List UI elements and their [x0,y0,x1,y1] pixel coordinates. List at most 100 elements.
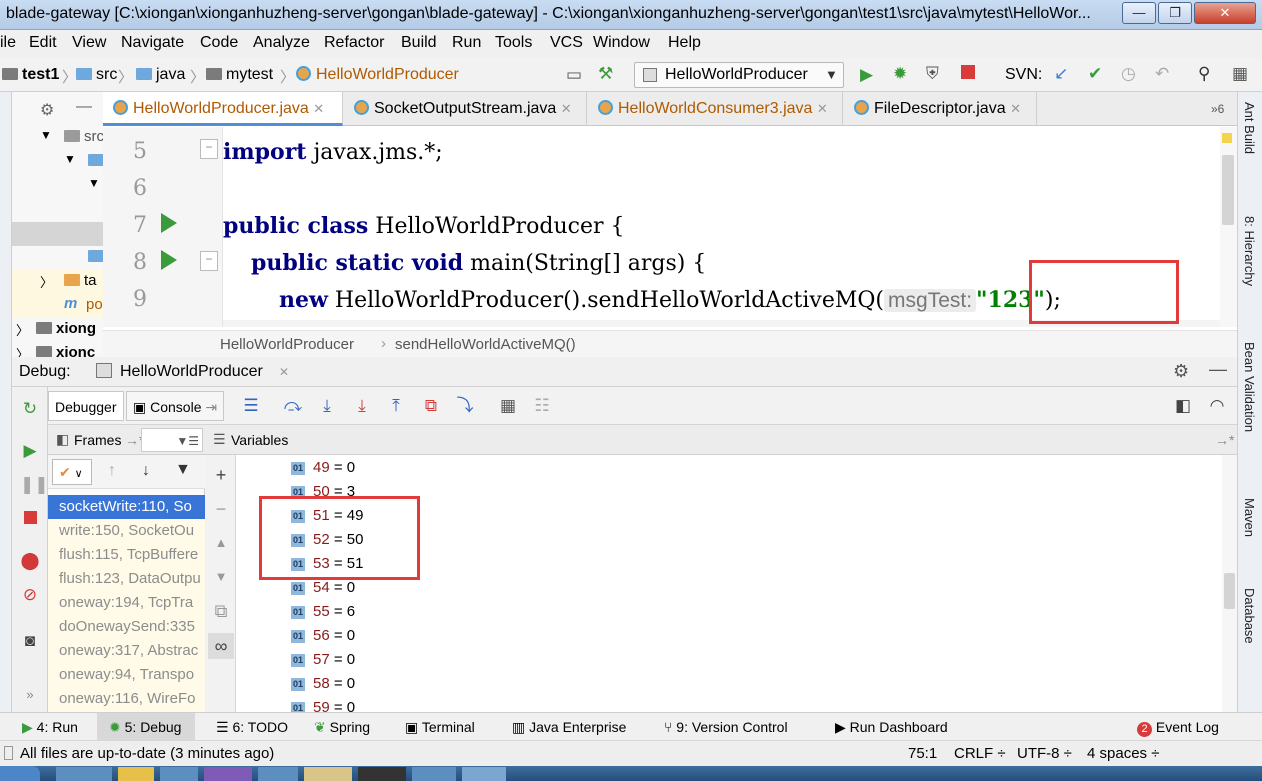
tool-run[interactable]: ▶ 4: Run [22,719,78,736]
scroll-thumb[interactable] [1224,573,1235,609]
crumb-mytest[interactable]: mytest [206,66,273,84]
gear-icon[interactable]: ⚙ [1173,361,1189,382]
coverage-icon[interactable]: ⛨ [926,65,939,83]
svn-update-icon[interactable]: ↙ [1054,65,1068,83]
variables-list[interactable]: 01 49 = 0 01 50 = 3 01 51 = 49 01 52 = 50 01 53 =… [236,455,1222,712]
taskbar-app[interactable] [412,767,456,781]
maximize-button[interactable]: ❐ [1158,2,1192,24]
step-over-icon[interactable]: ⤼ [282,395,304,417]
filter-icon[interactable]: ▼ [175,461,191,479]
taskbar-app[interactable] [118,767,154,781]
variables-scrollbar[interactable] [1222,455,1237,712]
stop-icon[interactable] [961,65,975,83]
tab-console[interactable]: ▣ Console ⇥ [126,391,225,421]
tree-item-selected[interactable] [12,222,103,246]
close-tab-icon[interactable]: ✕ [817,101,828,116]
frame-item[interactable]: flush:115, TcpBuffere [48,543,205,567]
up-arrow-icon[interactable]: ↑ [108,462,116,480]
menu-build[interactable]: Build [401,34,437,52]
fold-icon[interactable]: − [200,251,218,271]
tab-debugger[interactable]: Debugger [48,391,124,421]
fold-icon[interactable]: − [200,139,218,159]
frame-item[interactable]: oneway:94, Transpo [48,663,205,687]
menu-code[interactable]: Code [200,34,238,52]
tree-item-file[interactable] [12,246,103,270]
tool-spring[interactable]: ❦ Spring [314,719,370,736]
search-icon[interactable]: ⚲ [1198,65,1210,83]
add-watch-icon[interactable]: + [211,465,231,485]
tree-item-ta[interactable]: 〉 ta [12,270,103,294]
frame-item[interactable]: doOnewaySend:335 [48,615,205,639]
tab-hello-world-producer[interactable]: HelloWorldProducer.java ✕ [103,92,343,126]
minimize-button[interactable]: — [1122,2,1156,24]
menu-tools[interactable]: Tools [495,34,532,52]
menu-analyze[interactable]: Analyze [253,34,310,52]
frame-item[interactable]: flush:123, DataOutpu [48,567,205,591]
camera-icon[interactable]: ◙ [20,631,40,651]
scroll-thumb[interactable] [1222,155,1234,225]
pause-icon[interactable]: ❚❚ [20,475,49,495]
frame-item[interactable]: write:150, SocketOu [48,519,205,543]
variable-row[interactable]: 01 57 = 0 [291,651,355,675]
evaluate-expression-icon[interactable]: ▦ [497,395,519,417]
breadcrumb-method[interactable]: sendHelloWorldActiveMQ() [395,336,576,353]
tool-todo[interactable]: ☰ 6: TODO [216,719,288,736]
menu-help[interactable]: Help [668,34,701,52]
thread-selector[interactable]: ▼☰ [141,428,203,452]
remove-watch-icon[interactable]: − [211,499,231,519]
editor-scrollbar[interactable] [1220,127,1237,327]
menu-navigate[interactable]: Navigate [121,34,184,52]
frame-item[interactable]: oneway:194, TcpTra [48,591,205,615]
close-tab-icon[interactable]: ✕ [313,101,324,116]
rerun-icon[interactable]: ↻ [20,399,40,419]
crumb-src[interactable]: src [76,66,117,84]
taskbar-app[interactable] [204,767,252,781]
layout-icon[interactable]: ▭ [566,66,582,84]
tree-item-expanded[interactable]: ▼ [12,174,103,198]
variable-row[interactable]: 01 54 = 0 [291,579,355,603]
crumb-project[interactable]: test1 [2,66,59,84]
memory-icon[interactable]: ◠ [1206,395,1228,417]
history-icon[interactable]: ◷ [1121,65,1136,83]
move-down-icon[interactable]: ▼ [211,567,231,587]
run-icon[interactable]: ▶ [860,66,873,84]
frame-item[interactable]: oneway:317, Abstrac [48,639,205,663]
move-up-icon[interactable]: ▲ [211,533,231,553]
run-gutter-icon[interactable] [161,213,177,233]
maven-tool[interactable]: Maven [1242,498,1257,537]
menu-view[interactable]: View [72,34,106,52]
tool-event-log[interactable]: 2 Event Log [1137,719,1219,737]
close-tab-icon[interactable]: ✕ [561,101,572,116]
file-encoding[interactable]: UTF-8 ÷ [1017,745,1072,762]
drop-frame-icon[interactable]: ⧉ [420,395,442,417]
resume-icon[interactable]: ▶ [20,441,40,461]
crumb-java[interactable]: java [136,66,185,84]
revert-icon[interactable]: ↶ [1155,65,1169,83]
variable-row[interactable]: 01 58 = 0 [291,675,355,699]
run-config-selector[interactable]: HelloWorldProducer ▼ [634,62,844,88]
tool-debug[interactable]: ✹ 5: Debug [97,713,196,740]
run-gutter-icon[interactable] [161,250,177,270]
frame-filter-dropdown[interactable]: ✔ ∨ [52,459,92,485]
copy-icon[interactable]: ⧉ [211,601,231,621]
tree-item-xiong[interactable]: 〉 xiong [12,318,103,342]
variable-row[interactable]: 01 49 = 0 [291,459,355,483]
tree-item-src[interactable]: ▼ src [12,126,103,150]
pin-icon[interactable]: →* [1215,432,1234,448]
tool-version-control[interactable]: ⑂ 9: Version Control [664,719,788,735]
glasses-icon[interactable]: ∞ [208,633,234,659]
tab-socket-output-stream[interactable]: SocketOutputStream.java ✕ [344,92,587,126]
crumb-class[interactable]: HelloWorldProducer [296,66,459,84]
menu-refactor[interactable]: Refactor [324,34,384,52]
view-breakpoints-icon[interactable]: ⬤ [20,551,40,571]
tree-item-expanded[interactable]: ▼ [12,150,103,174]
menu-file[interactable]: ile [0,34,16,52]
menu-edit[interactable]: Edit [29,34,57,52]
indent-setting[interactable]: 4 spaces ÷ [1087,745,1159,762]
ant-build-tool[interactable]: Ant Build [1242,102,1257,154]
bean-validation-tool[interactable]: Bean Validation [1242,342,1257,432]
taskbar-app[interactable] [56,767,112,781]
hierarchy-tool[interactable]: 8: Hierarchy [1242,216,1257,286]
tab-hello-world-consumer3[interactable]: HelloWorldConsumer3.java ✕ [588,92,843,126]
line-separator[interactable]: CRLF ÷ [954,745,1006,762]
